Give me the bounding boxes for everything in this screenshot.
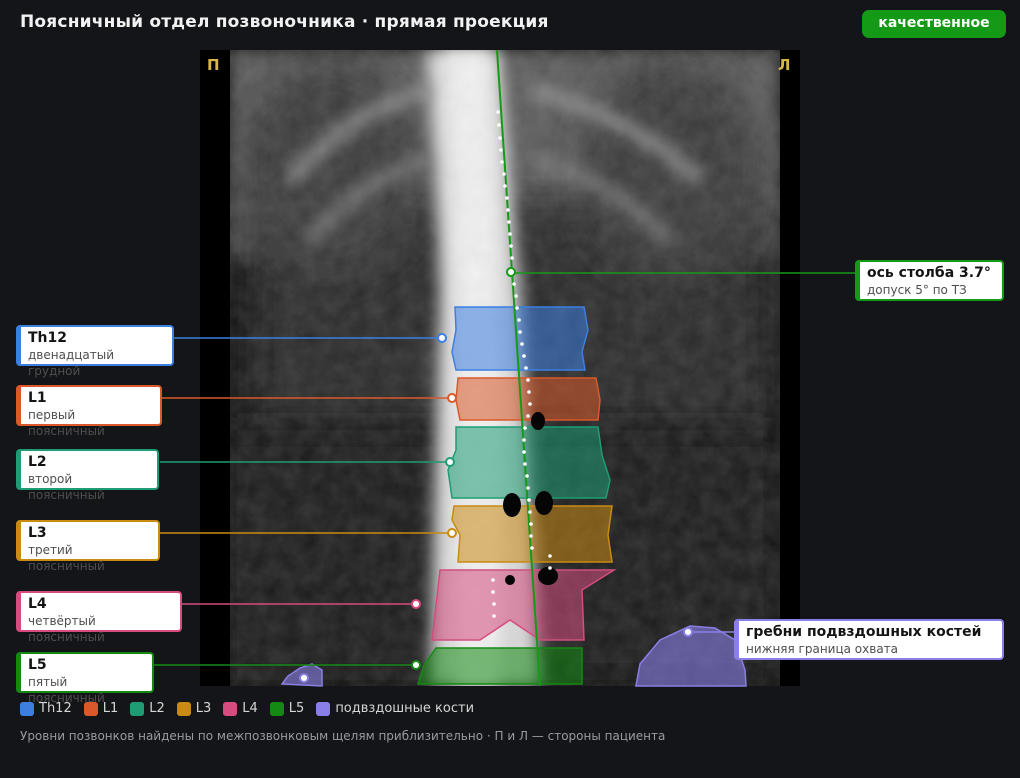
label-th12[interactable]: Th12 двенадцатый грудной — [16, 325, 174, 378]
label-l3[interactable]: L3 третий поясничный — [16, 520, 160, 573]
label-spine-axis[interactable]: ось столба 3.7° допуск 5° по ТЗ — [855, 260, 1004, 301]
label-l2-desc: второй поясничный — [28, 472, 105, 502]
legend-label: подвздошные кости — [335, 701, 475, 716]
legend-swatch — [269, 701, 284, 716]
label-l3-name: L3 — [28, 525, 47, 541]
legend-swatch — [130, 701, 145, 716]
legend-item: L2 — [130, 701, 165, 716]
label-l4-desc: четвёртый поясничный — [28, 614, 105, 644]
l5-mask — [416, 647, 583, 685]
label-l1-desc: первый поясничный — [28, 408, 105, 438]
label-l3-desc: третий поясничный — [28, 543, 105, 573]
label-iliac-crests[interactable]: гребни подвздошных костей нижняя граница… — [734, 619, 1004, 660]
legend-label: Th12 — [39, 701, 72, 716]
legend-item: Th12 — [20, 701, 72, 716]
legend: Th12 L1 L2 L3 L4 L5 подвздошные кости — [20, 701, 474, 716]
label-l1[interactable]: L1 первый поясничный — [16, 385, 162, 438]
legend-label: L1 — [102, 701, 119, 716]
axis-angle-text: ось столба 3.7° — [867, 265, 991, 281]
legend-item: L4 — [223, 701, 258, 716]
th12-mask — [451, 306, 589, 371]
legend-label: L3 — [195, 701, 212, 716]
legend-item: L5 — [269, 701, 305, 716]
legend-item: L1 — [83, 701, 119, 716]
iliac-title-text: гребни подвздошных костей — [746, 624, 982, 640]
legend-swatch — [223, 701, 238, 716]
legend-swatch — [83, 701, 98, 716]
legend-label: L5 — [288, 701, 305, 716]
legend-swatch — [316, 701, 331, 716]
label-l5-name: L5 — [28, 657, 47, 673]
label-l4[interactable]: L4 четвёртый поясничный — [16, 591, 182, 644]
legend-swatch — [176, 701, 191, 716]
legend-label: L2 — [149, 701, 165, 716]
legend-label: L4 — [242, 701, 258, 716]
label-l4-name: L4 — [28, 596, 47, 612]
footnote: Уровни позвонков найдены по межпозвонков… — [20, 729, 666, 743]
legend-swatch — [20, 701, 34, 716]
label-th12-desc: двенадцатый грудной — [28, 348, 115, 378]
iliac-desc-text: нижняя граница охвата — [746, 642, 899, 656]
label-l2-name: L2 — [28, 454, 47, 470]
l1-mask — [455, 377, 601, 421]
label-l5[interactable]: L5 пятый поясничный — [16, 652, 154, 705]
axis-tolerance-text: допуск 5° по ТЗ — [867, 283, 967, 297]
l4-mask — [431, 569, 617, 641]
legend-item: L3 — [176, 701, 212, 716]
label-l1-name: L1 — [28, 390, 47, 406]
label-th12-name: Th12 — [28, 330, 67, 346]
legend-item: подвздошные кости — [316, 701, 474, 716]
label-l2[interactable]: L2 второй поясничный — [16, 449, 159, 502]
